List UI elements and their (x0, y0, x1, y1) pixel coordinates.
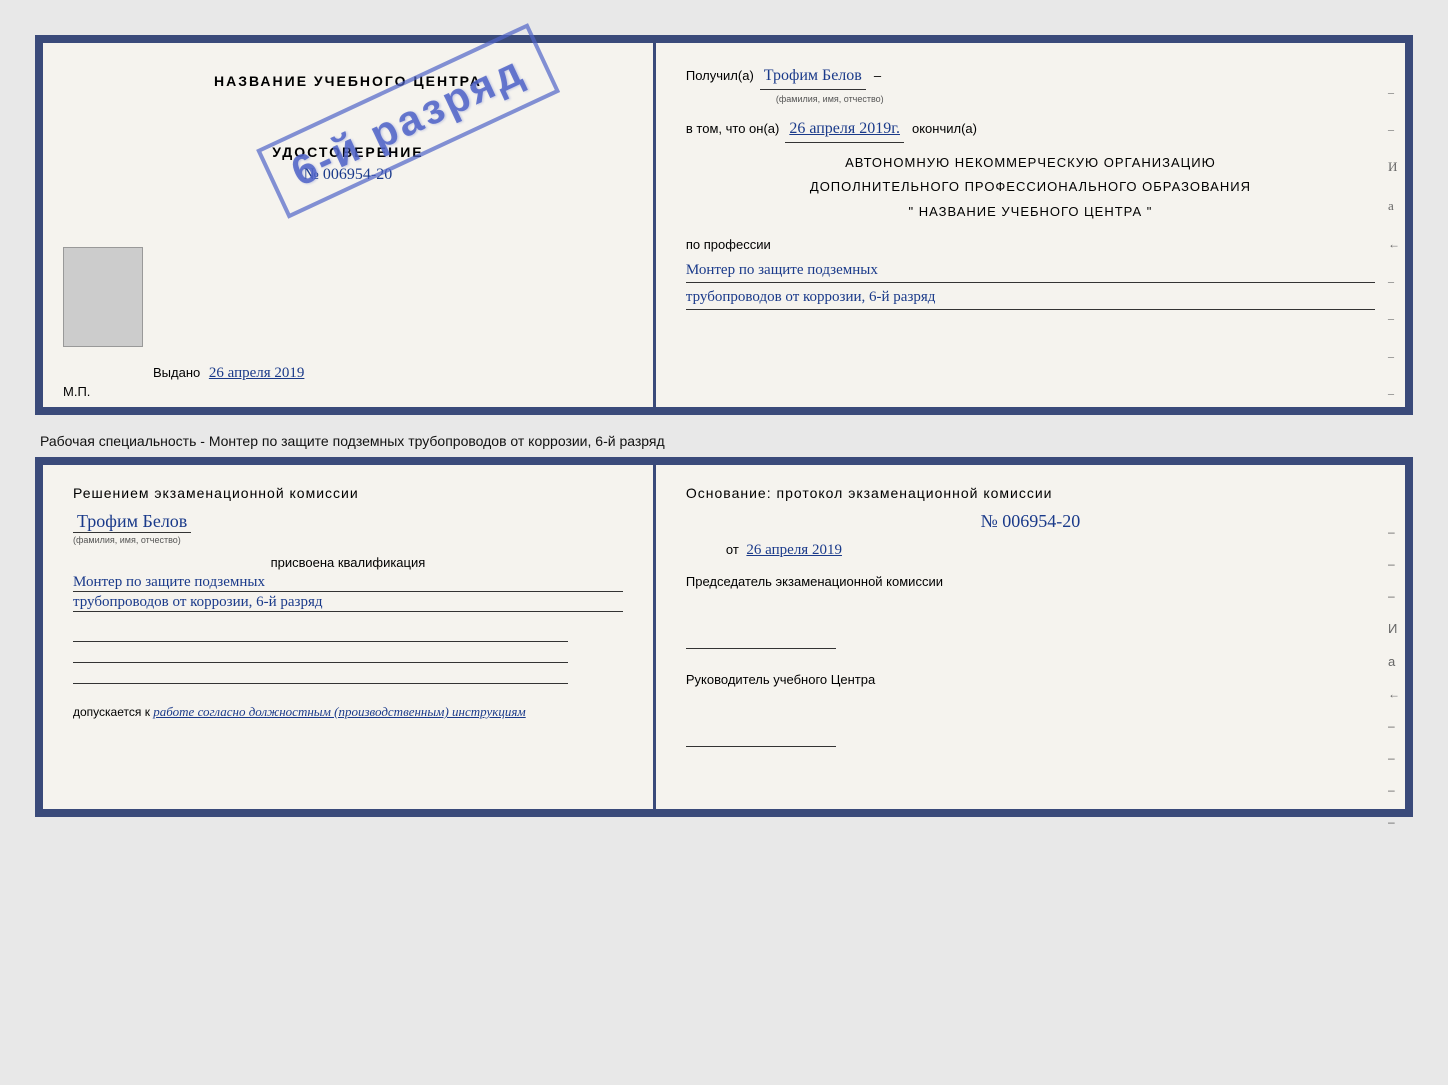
vydano-label: Выдано (153, 365, 200, 380)
ot-date-block: от 26 апреля 2019 (726, 542, 1375, 559)
ot-date: 26 апреля 2019 (746, 542, 842, 558)
resheniem-title: Решением экзаменационной комиссии (73, 485, 623, 501)
profession-line2: трубопроводов от коррозии, 6-й разряд (686, 285, 1375, 310)
bottom-fio-small: (фамилия, имя, отчество) (73, 535, 181, 545)
dash1: – (874, 66, 881, 87)
protocol-number: № 006954-20 (981, 511, 1081, 531)
qual-line2: трубопроводов от коррозии, 6-й разряд (73, 594, 623, 612)
rukovoditel-label: Руководитель учебного Центра (686, 672, 1375, 687)
stamp-overlay: 6-й разряд (256, 23, 560, 218)
vtom-date: 26 апреля 2019г. (785, 116, 904, 143)
predsedatel-sig-line (686, 619, 836, 649)
profession-line1: Монтер по защите подземных (686, 258, 1375, 283)
cert-left: НАЗВАНИЕ УЧЕБНОГО ЦЕНТРА 6-й разряд УДОС… (43, 43, 656, 407)
bottom-left: Решением экзаменационной комиссии Трофим… (43, 465, 656, 809)
middle-text: Рабочая специальность - Монтер по защите… (35, 425, 1413, 457)
udost-number: № 006954-20 (272, 166, 423, 184)
photo-placeholder (63, 247, 143, 347)
dopuskaetsya-label: допускается к (73, 705, 150, 719)
cert-right: Получил(a) Трофим Белов – (фамилия, имя,… (656, 43, 1405, 407)
poluchil-label: Получил(a) (686, 66, 754, 87)
bottom-name: Трофим Белов (73, 511, 191, 533)
org-line3: " НАЗВАНИЕ УЧЕБНОГО ЦЕНТРА " (686, 202, 1375, 223)
po-professii: по профессии (686, 235, 1375, 256)
org-line2: ДОПОЛНИТЕЛЬНОГО ПРОФЕССИОНАЛЬНОГО ОБРАЗО… (686, 177, 1375, 198)
page-wrapper: НАЗВАНИЕ УЧЕБНОГО ЦЕНТРА 6-й разряд УДОС… (20, 20, 1428, 832)
right-side-dashes: – – И а ← – – – – (1388, 83, 1400, 403)
predsedatel-label: Председатель экзаменационной комиссии (686, 574, 1375, 589)
rukovoditel-sig-line (686, 717, 836, 747)
blank-line-3 (73, 666, 568, 684)
fio-small-top: (фамилия, имя, отчество) (776, 92, 1375, 106)
org-line1: АВТОНОМНУЮ НЕКОММЕРЧЕСКУЮ ОРГАНИЗАЦИЮ (686, 153, 1375, 174)
osnovanie-label: Основание: протокол экзаменационной коми… (686, 485, 1375, 501)
ot-label: от (726, 542, 739, 557)
dopuskaetsya-block: допускается к работе согласно должностны… (73, 704, 623, 720)
blank-lines-block (73, 624, 623, 684)
vtom-line: в том, что он(а) 26 апреля 2019г. окончи… (686, 116, 1375, 143)
prisvoena-block: присвоена квалификация Монтер по защите … (73, 555, 623, 612)
vydano-date: 26 апреля 2019 (209, 365, 305, 381)
blank-line-2 (73, 645, 568, 663)
prisvoena-label: присвоена квалификация (73, 555, 623, 570)
blank-line-1 (73, 624, 568, 642)
po-professii-block: по профессии Монтер по защите подземных … (686, 235, 1375, 310)
mp-line: М.П. (63, 384, 90, 399)
certificate-top: НАЗВАНИЕ УЧЕБНОГО ЦЕНТРА 6-й разряд УДОС… (35, 35, 1413, 415)
predsedatel-block: Председатель экзаменационной комиссии (686, 574, 1375, 652)
poluchil-line: Получил(a) Трофим Белов – (686, 63, 1375, 90)
cert-title: НАЗВАНИЕ УЧЕБНОГО ЦЕНТРА (214, 73, 482, 89)
udost-label: УДОСТОВЕРЕНИЕ (272, 144, 423, 160)
vydano-line: Выдано 26 апреля 2019 (153, 365, 304, 382)
okonchil-label: окончил(а) (912, 119, 977, 140)
udost-block: УДОСТОВЕРЕНИЕ № 006954-20 (272, 144, 423, 184)
rukovoditel-block: Руководитель учебного Центра (686, 672, 1375, 750)
bottom-right: Основание: протокол экзаменационной коми… (656, 465, 1405, 809)
poluchil-name: Трофим Белов (760, 63, 866, 90)
certificate-bottom: Решением экзаменационной комиссии Трофим… (35, 457, 1413, 817)
qual-line1: Монтер по защите подземных (73, 574, 623, 592)
vtom-label: в том, что он(а) (686, 119, 779, 140)
bottom-right-side-dashes: – – – И а ← – – – – (1388, 525, 1400, 829)
protocol-number-block: № 006954-20 (686, 511, 1375, 532)
bottom-name-block: Трофим Белов (фамилия, имя, отчество) (73, 511, 623, 545)
org-block: АВТОНОМНУЮ НЕКОММЕРЧЕСКУЮ ОРГАНИЗАЦИЮ ДО… (686, 153, 1375, 223)
dopuskaetsya-text: работе согласно должностным (производств… (153, 704, 525, 719)
